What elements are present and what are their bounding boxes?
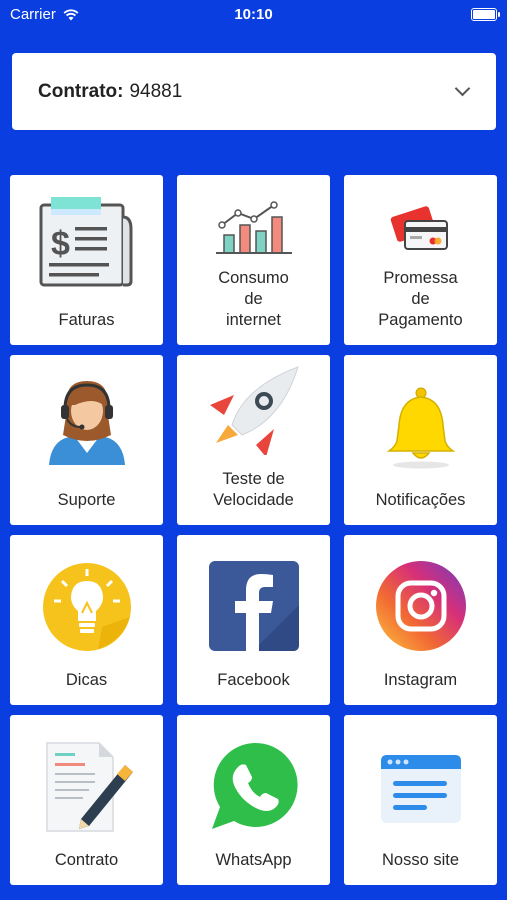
tile-whatsapp[interactable]: WhatsApp xyxy=(177,715,330,885)
menu-grid: $ Faturas Consumo de internet Promessa d… xyxy=(10,175,497,885)
tile-label: Promessa de Pagamento xyxy=(378,269,463,329)
tile-label: Dicas xyxy=(65,671,108,689)
tile-label: Consumo de internet xyxy=(218,269,289,329)
tile-nosso-site[interactable]: Nosso site xyxy=(344,715,497,885)
tile-faturas[interactable]: $ Faturas xyxy=(10,175,163,345)
invoice-icon: $ xyxy=(10,195,163,287)
tile-contrato[interactable]: Contrato xyxy=(10,715,163,885)
facebook-icon xyxy=(177,555,330,651)
tile-dicas[interactable]: Dicas xyxy=(10,535,163,705)
tile-instagram[interactable]: Instagram xyxy=(344,535,497,705)
tile-label: Notificações xyxy=(375,491,466,509)
contract-selector[interactable]: Contrato: 94881 xyxy=(12,53,496,130)
whatsapp-icon xyxy=(177,735,330,829)
tile-label: Facebook xyxy=(217,671,290,689)
tile-teste-velocidade[interactable]: Teste de Velocidade xyxy=(177,355,330,525)
tile-label: Suporte xyxy=(57,491,116,509)
contract-number: 94881 xyxy=(129,80,183,102)
tile-consumo-internet[interactable]: Consumo de internet xyxy=(177,175,330,345)
bell-icon xyxy=(344,375,497,469)
tile-label: Contrato xyxy=(54,851,119,869)
instagram-icon xyxy=(344,555,497,651)
tile-label: Teste de Velocidade xyxy=(213,470,294,509)
tile-label: Faturas xyxy=(58,311,115,329)
tile-notificacoes[interactable]: Notificações xyxy=(344,355,497,525)
battery-icon xyxy=(471,8,500,21)
svg-text:$: $ xyxy=(51,225,70,263)
clock: 10:10 xyxy=(234,6,273,23)
lightbulb-icon xyxy=(10,555,163,651)
contract-label: Contrato: xyxy=(38,80,124,102)
rocket-icon xyxy=(177,366,330,467)
tile-suporte[interactable]: Suporte xyxy=(10,355,163,525)
browser-window-icon xyxy=(344,735,497,827)
tile-facebook[interactable]: Facebook xyxy=(177,535,330,705)
tile-label: Instagram xyxy=(383,671,458,689)
tile-promessa-pagamento[interactable]: Promessa de Pagamento xyxy=(344,175,497,345)
status-bar: Carrier 10:10 xyxy=(0,0,507,30)
tile-label: Nosso site xyxy=(381,851,460,869)
support-agent-icon xyxy=(10,375,163,467)
tile-label: WhatsApp xyxy=(215,851,292,869)
chevron-down-icon xyxy=(454,80,471,97)
document-pen-icon xyxy=(10,735,163,832)
